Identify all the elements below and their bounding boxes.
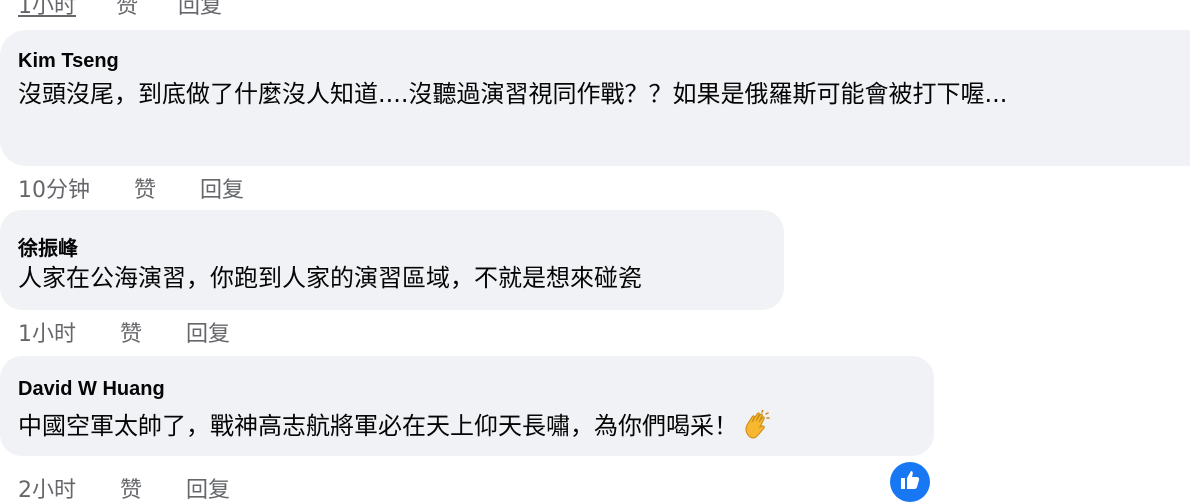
timestamp-link[interactable]: 1小时 bbox=[18, 316, 76, 348]
like-button[interactable]: 赞 bbox=[120, 472, 142, 504]
comment-text: 人家在公海演習，你跑到人家的演習區域，不就是想來碰瓷 bbox=[18, 264, 642, 292]
timestamp-link[interactable]: 10分钟 bbox=[18, 172, 90, 204]
like-button[interactable]: 赞 bbox=[134, 172, 156, 204]
like-reaction-icon bbox=[890, 462, 930, 502]
reply-button[interactable]: 回复 bbox=[186, 472, 230, 504]
comment-actions: 1小时 赞 回复 bbox=[18, 316, 230, 348]
comment-bubble: David W Huang 中國空軍太帥了，戰神高志航將軍必在天上仰天長嘯，為你… bbox=[0, 356, 934, 456]
timestamp-link[interactable]: 2小时 bbox=[18, 472, 76, 504]
comment-author[interactable]: 徐振峰 bbox=[18, 232, 78, 261]
like-button[interactable]: 赞 bbox=[120, 316, 142, 348]
comment-author[interactable]: David W Huang bbox=[18, 378, 165, 401]
comment-bubble: 徐振峰 人家在公海演習，你跑到人家的演習區域，不就是想來碰瓷 bbox=[0, 210, 784, 310]
timestamp-link[interactable]: 1小时 bbox=[18, 0, 76, 19]
clapping-hands-icon bbox=[742, 409, 772, 440]
comment-text: 沒頭沒尾，到底做了什麼沒人知道....沒聽過演習視同作戰？？如果是俄羅斯可能會被… bbox=[18, 80, 1008, 108]
comment-actions: 10分钟 赞 回复 bbox=[18, 172, 244, 204]
comment-bubble: Kim Tseng 沒頭沒尾，到底做了什麼沒人知道....沒聽過演習視同作戰？？… bbox=[0, 30, 1190, 166]
reply-button[interactable]: 回复 bbox=[178, 0, 222, 19]
reply-button[interactable]: 回复 bbox=[200, 172, 244, 204]
comment-actions: 2小时 赞 回复 bbox=[18, 472, 230, 504]
reply-button[interactable]: 回复 bbox=[186, 316, 230, 348]
comment-text-row: 中國空軍太帥了，戰神高志航將軍必在天上仰天長嘯，為你們喝采！ bbox=[18, 408, 772, 444]
comment-actions-top: 1小时 赞 回复 bbox=[18, 0, 222, 19]
comment-text: 中國空軍太帥了，戰神高志航將軍必在天上仰天長嘯，為你們喝采！ bbox=[18, 412, 738, 440]
like-button[interactable]: 赞 bbox=[116, 0, 138, 19]
comment-author[interactable]: Kim Tseng bbox=[18, 50, 119, 73]
